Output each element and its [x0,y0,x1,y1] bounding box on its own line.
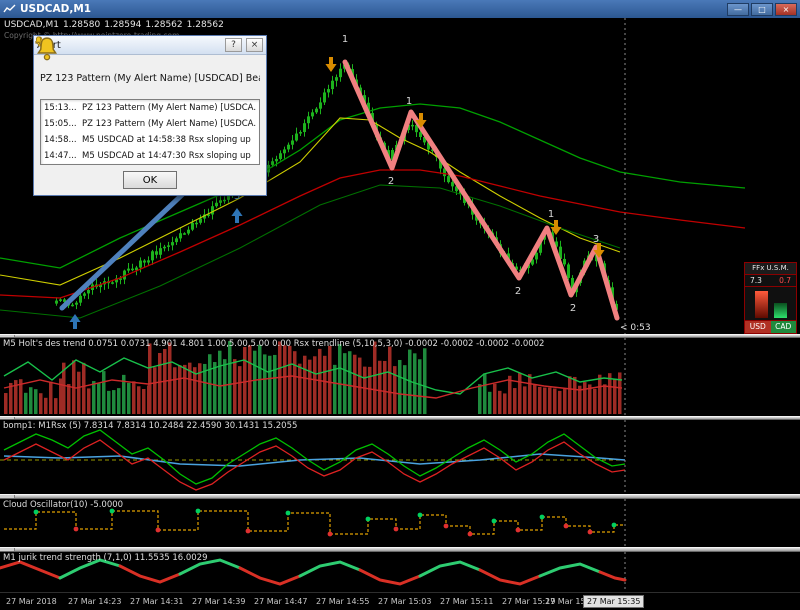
alert-text: M5 USDCAD at 14:58:38 Rsx sloping up [82,135,251,145]
alert-text: M5 USDCAD at 14:47:30 Rsx sloping up [82,151,251,161]
ok-button[interactable]: OK [123,171,177,189]
time-axis-label: 27 Mar 14:39 [192,597,246,606]
time-axis-label: 27 Mar 2018 [6,597,57,606]
close-value: 1.28562 [186,20,224,30]
alert-list-item[interactable]: 15:05... PZ 123 Pattern (My Alert Name) [… [35,36,259,132]
alert-dialog-body: PZ 123 Pattern (My Alert Name) [USDCAD] … [34,36,266,195]
indicator-label: M1 jurik trend strength (7,1,0) 11.5535 … [3,553,208,563]
svg-text:1: 1 [342,34,348,45]
svg-text:3: 3 [593,234,599,245]
close-button[interactable]: × [775,2,797,16]
time-axis-label: 27 Mar 15:11 [440,597,494,606]
indicator-pane-holt-trend: M5 Holt's des trend 0.0751 0.0731 4.901 … [0,338,800,416]
alert-dialog-title: Alert [37,40,221,51]
ffx-usd-value: 7.3 [750,276,762,285]
minimize-button[interactable]: — [727,2,749,16]
alert-list-item[interactable]: 14:58... M5 USDCAD at 14:58:38 Rsx slopin… [35,36,259,148]
alert-message-row: PZ 123 Pattern (My Alert Name) [USDCAD] … [36,37,260,96]
alert-help-button[interactable]: ? [225,38,242,52]
alert-list-item[interactable]: 14:47... M5 USDCAD at 14:47:30 Rsx slopin… [35,36,259,164]
alert-message: PZ 123 Pattern (My Alert Name) [USDCAD] … [40,72,260,84]
ind1-svg[interactable] [0,338,800,416]
cad-strength-bar [773,302,787,318]
svg-text:2: 2 [388,176,394,187]
window-title: USDCAD,M1 [20,3,92,15]
time-axis-label: 27 Mar 14:23 [68,597,122,606]
ffx-title: FFx U.S.M. [745,263,796,275]
time-axis[interactable]: 27 Mar 15:35 27 Mar 2018 27 Mar 14:23 27 M… [0,592,800,610]
splitter-grip[interactable] [0,417,15,419]
main-chart-pane: 1 2 1 2 1 2 3 3 < 0:53 USDCAD,M1 1.28580 1.28594 1.… [0,18,800,334]
indicator-pane-rsx: bomp1: M1Rsx (5) 7.8314 7.8314 10.2484 2… [0,420,800,494]
alert-time: 14:58... [44,135,77,145]
ohlc-readout: USDCAD,M1 1.28580 1.28594 1.28562 1.28562 [4,20,228,30]
svg-text:1: 1 [548,209,554,220]
time-axis-label: 27 Mar 15:03 [378,597,432,606]
ffx-footer: USD CAD [745,321,796,333]
alert-list-item[interactable]: 15:13... PZ 123 Pattern (My Alert Name) [… [35,36,259,116]
alert-close-button[interactable]: × [246,38,263,52]
ffx-cad-value: 0.7 [779,276,791,285]
maximize-button[interactable]: □ [751,2,773,16]
chart-app-icon [3,4,16,13]
indicator-pane-jurik-trend: M1 jurik trend strength (7,1,0) 11.5535 … [0,552,800,592]
svg-text:1: 1 [406,96,412,107]
ffx-values: 7.3 0.7 [745,275,796,287]
cad-label: CAD [770,321,796,333]
open-value: 1.28580 [62,20,101,30]
usd-label: USD [745,321,771,333]
usd-strength-bar [754,291,768,318]
time-axis-label: 27 Mar 14:31 [130,597,184,606]
splitter-grip[interactable] [0,548,15,551]
alert-text: PZ 123 Pattern (My Alert Name) [USDCA... [82,119,256,129]
indicator-label: M5 Holt's des trend 0.0751 0.0731 4.901 … [3,339,545,349]
alert-dialog: Alert ? × PZ 123 Pattern (My Alert Name)… [33,35,267,196]
alert-list[interactable]: 15:13... PZ 123 Pattern (My Alert Name) [… [35,36,260,165]
indicator-label: Cloud Oscillator(10) -5.0000 [3,500,124,510]
current-time-badge: 27 Mar 15:35 [583,595,645,608]
ffx-strength-meter: FFx U.S.M. 7.3 0.7 USD CAD [744,262,797,334]
symbol-label: USDCAD,M1 [4,20,59,30]
indicator-pane-cloud-oscillator: Cloud Oscillator(10) -5.0000 [0,499,800,547]
mt4-window: USDCAD,M1 — □ × 1 2 1 2 1 2 3 3 < 0:53 USDCAD,M1… [0,0,800,610]
alert-time: 15:13... [44,103,77,113]
time-axis-label: 27 Mar 14:55 [316,597,370,606]
splitter-grip[interactable] [0,495,15,498]
high-value: 1.28594 [104,20,142,30]
svg-text:2: 2 [570,303,576,314]
splitter-grip[interactable] [0,335,15,337]
alert-text: PZ 123 Pattern (My Alert Name) [USDCA... [82,103,256,113]
indicator-label: bomp1: M1Rsx (5) 7.8314 7.8314 10.2484 2… [3,421,298,431]
alert-time: 15:05... [44,119,77,129]
low-value: 1.28562 [145,20,183,30]
svg-text:2: 2 [515,286,521,297]
time-axis-label: 27 Mar 14:47 [254,597,308,606]
svg-text:< 0:53: < 0:53 [620,323,651,333]
ind2-svg[interactable] [0,420,800,494]
title-bar[interactable]: USDCAD,M1 — □ × [0,0,800,18]
alert-dialog-title-bar[interactable]: Alert ? × [34,36,266,55]
ffx-bars [745,287,796,321]
alert-time: 14:47... [44,151,77,161]
